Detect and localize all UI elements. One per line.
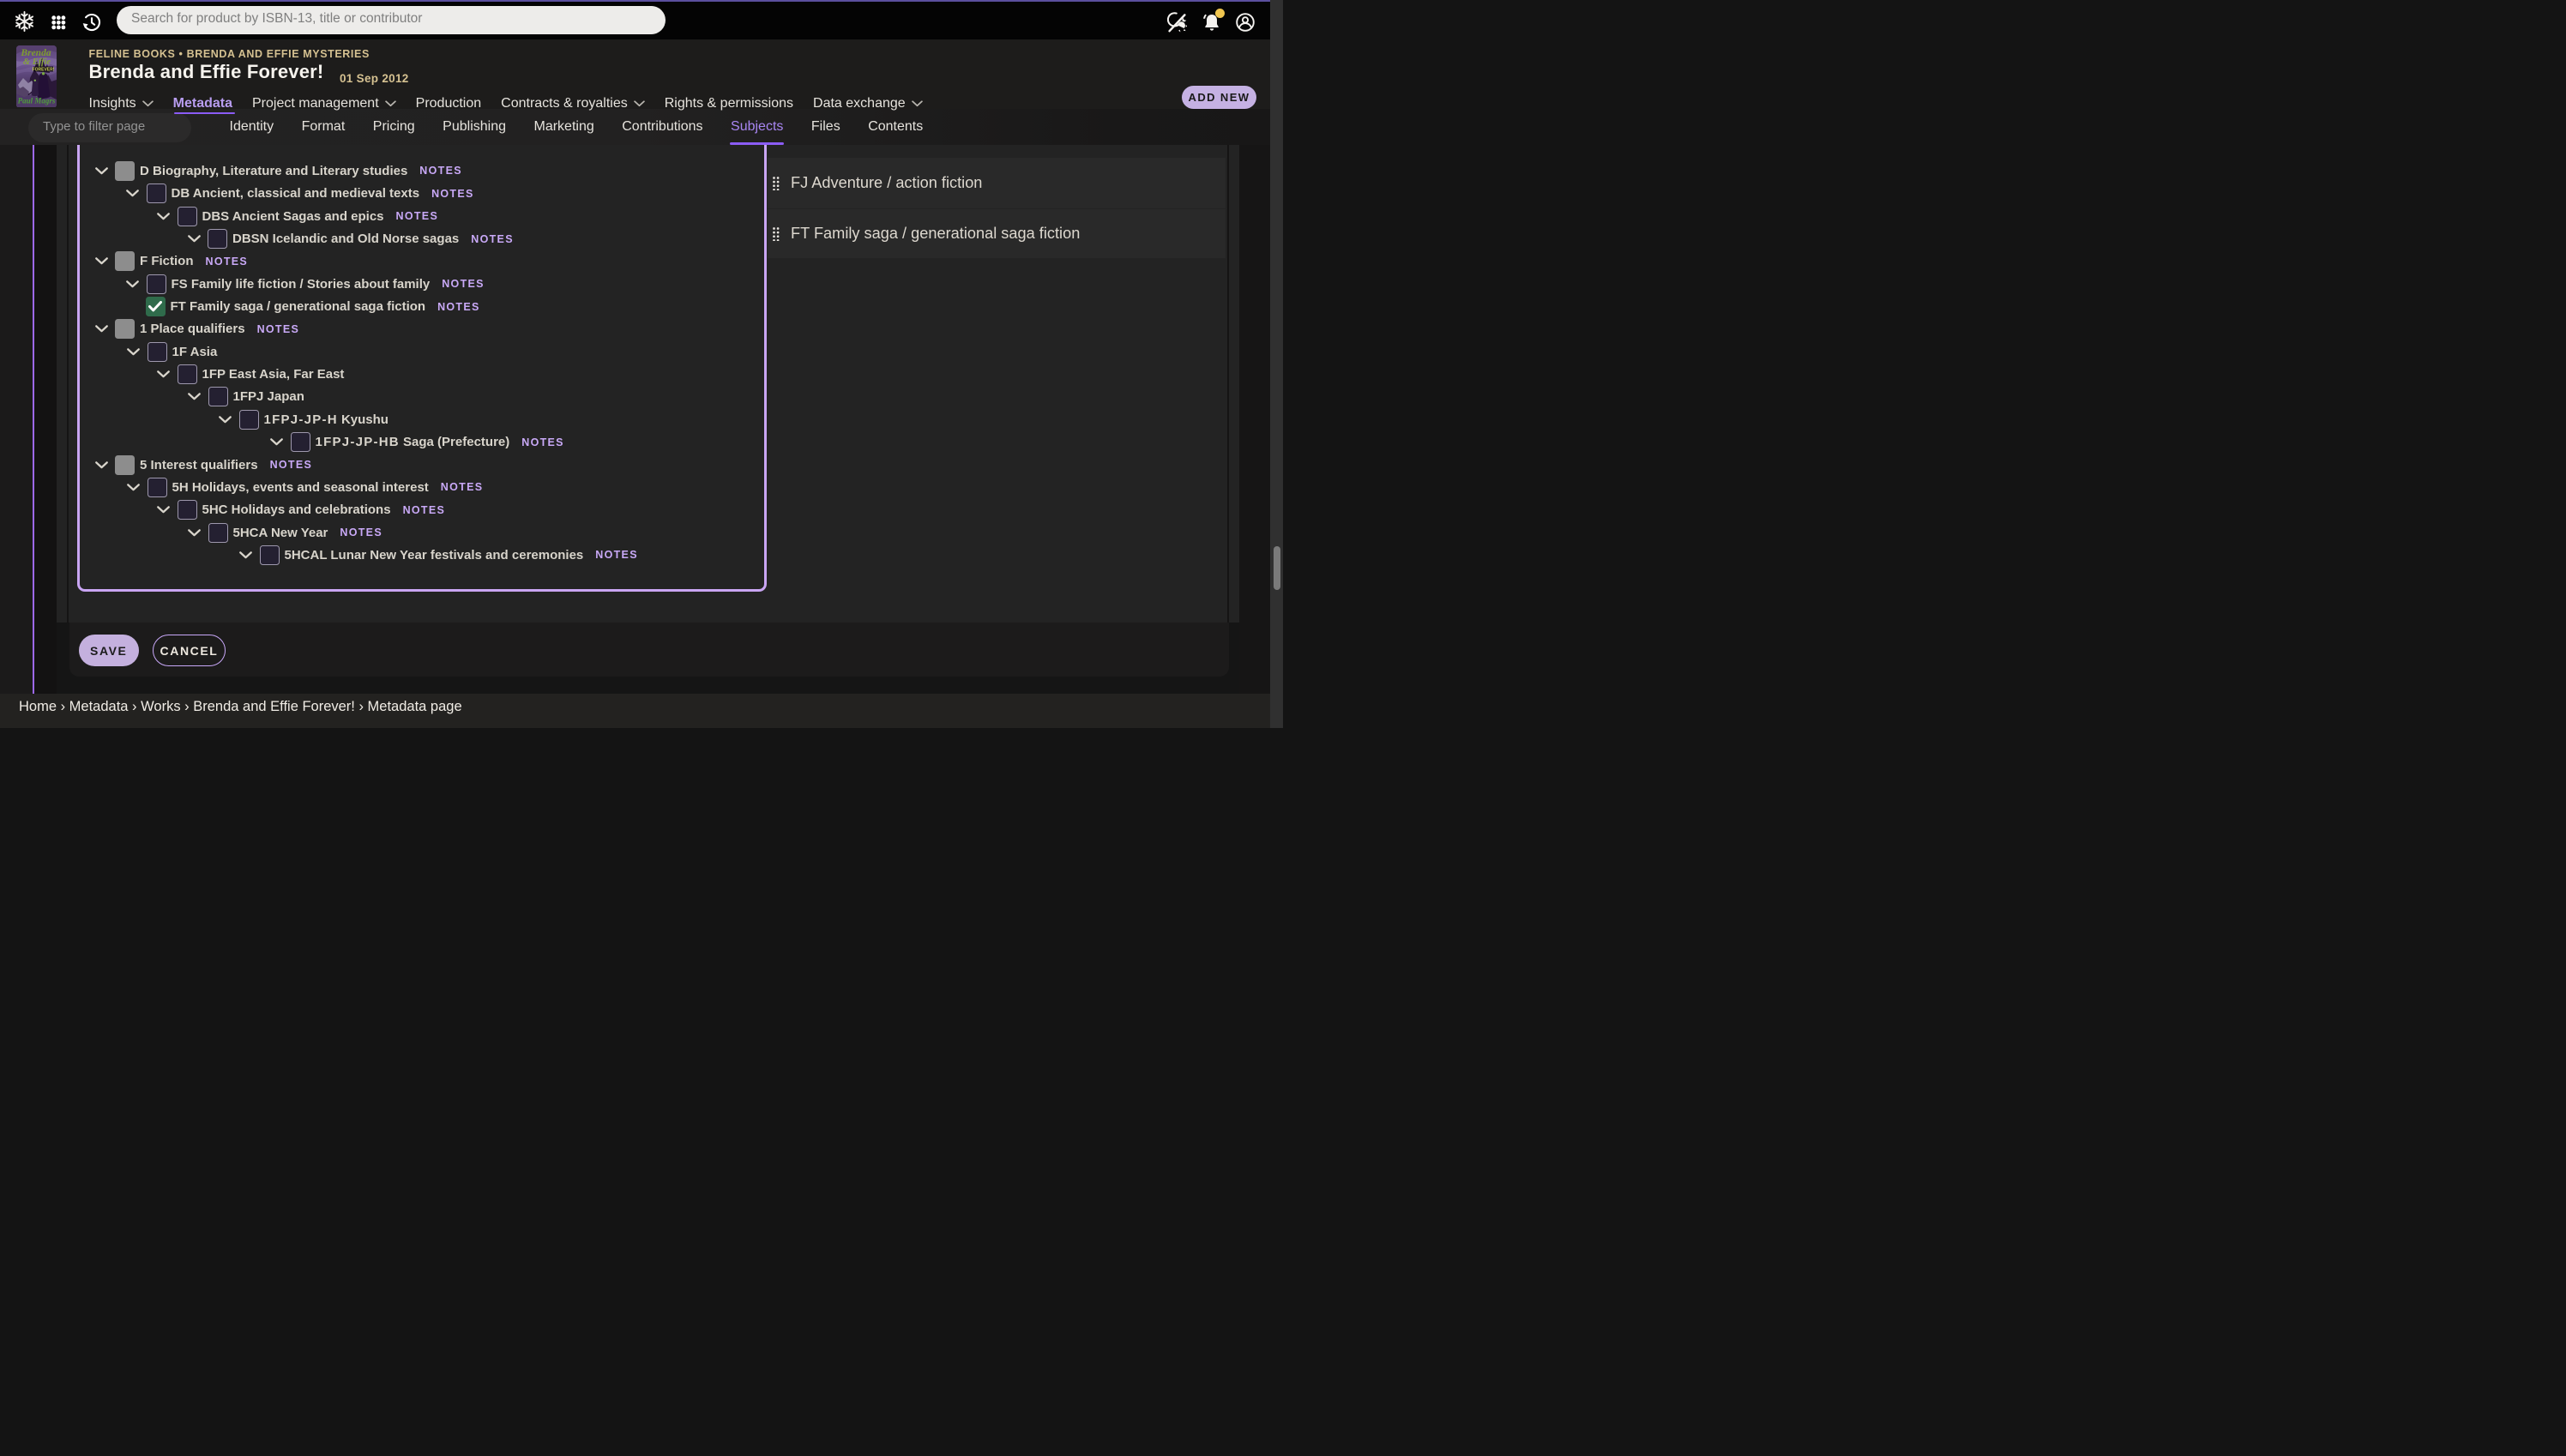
svg-text:FOREVER!: FOREVER!: [33, 67, 55, 72]
svg-text:& Effie: & Effie: [23, 57, 51, 67]
svg-text:Paul Magrs: Paul Magrs: [18, 96, 56, 105]
